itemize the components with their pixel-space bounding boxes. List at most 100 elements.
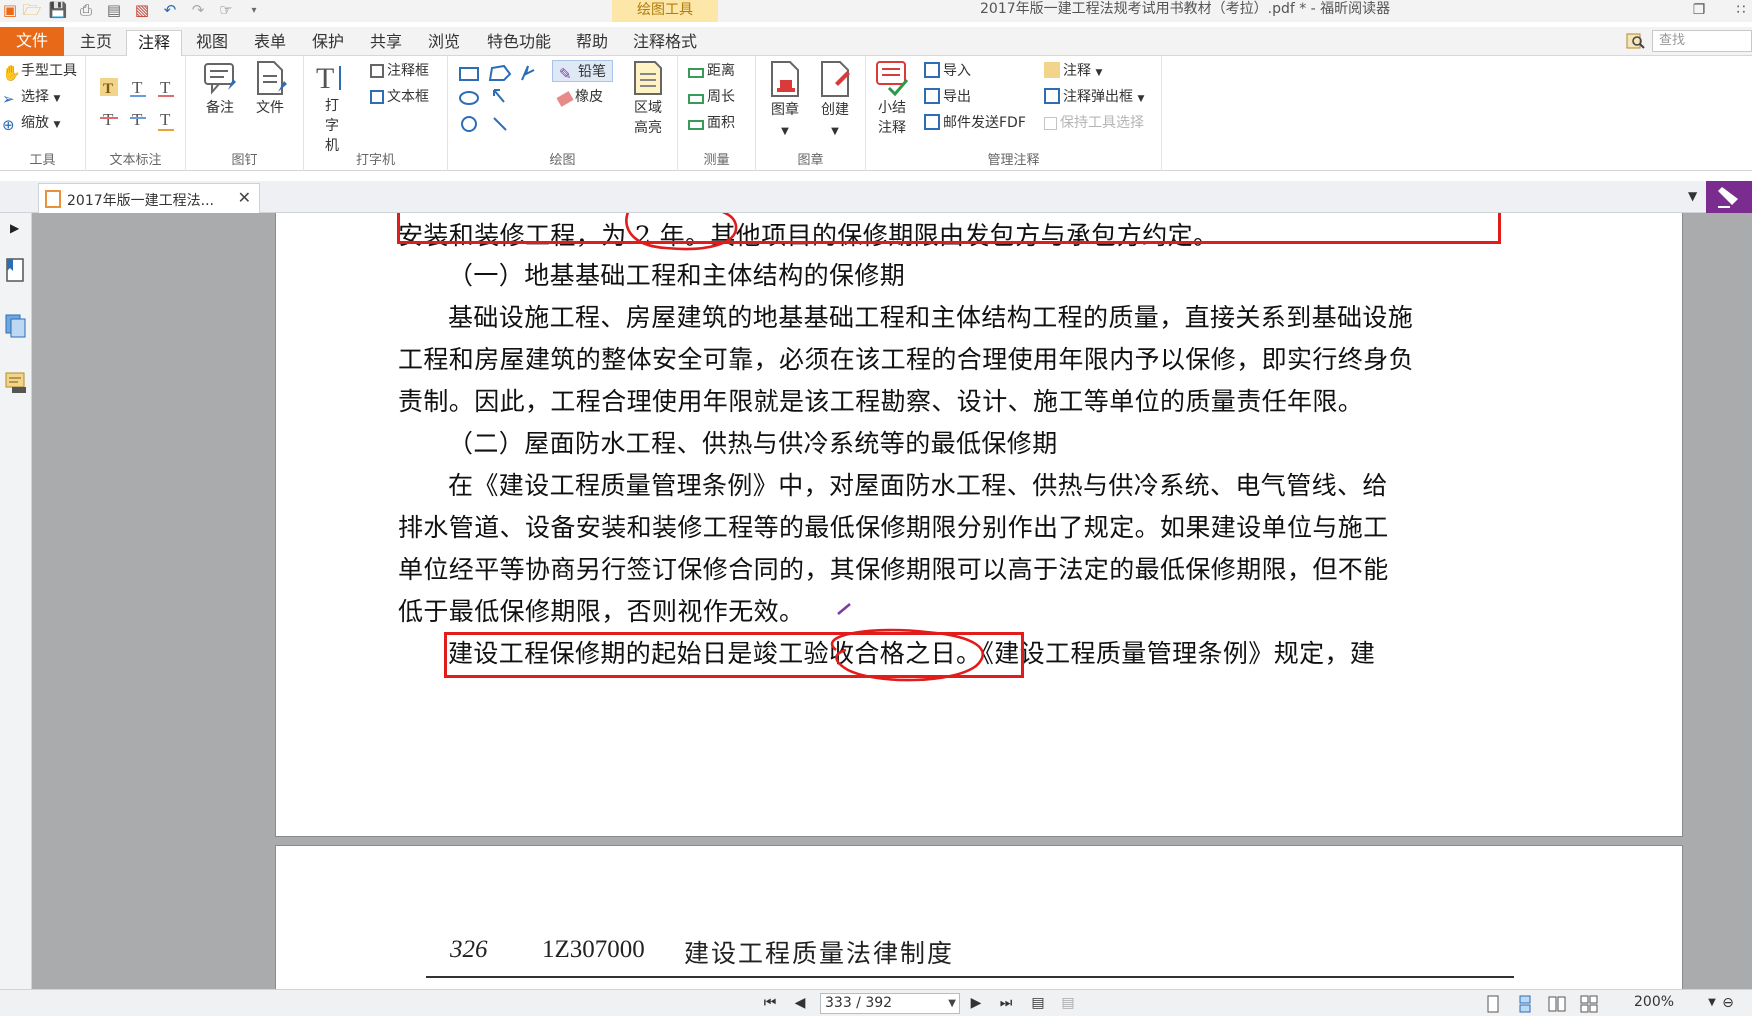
next-view-icon[interactable]: ▤ xyxy=(1058,994,1078,1012)
zoom-level[interactable]: 200% xyxy=(1634,994,1674,1010)
drawing-tools-context-tab[interactable]: 绘图工具 xyxy=(612,0,718,22)
comment-popup-button[interactable]: 注释弹出框 ▼ xyxy=(1044,86,1144,108)
foxit-sign-icon[interactable] xyxy=(1706,181,1752,213)
textbox-button[interactable]: 文本框 xyxy=(370,86,429,108)
callout-button[interactable]: 注释框 xyxy=(370,60,429,82)
window-title: 2017年版一建工程法规考试用书教材（考拉）.pdf * - 福昕阅读器 xyxy=(980,1,1391,17)
restore-icon[interactable]: ❐ xyxy=(1690,2,1708,18)
comments-icon xyxy=(1044,62,1060,78)
tab-list-dropdown-icon[interactable]: ▼ xyxy=(1688,189,1697,203)
previous-page-icon[interactable]: ◀ xyxy=(790,994,810,1012)
area-tool-button[interactable]: 面积 xyxy=(688,112,735,134)
menu-features[interactable]: 特色功能 xyxy=(476,30,562,56)
document-viewport[interactable]: 安装和装修工程，为 2 年。其他项目的保修期限由发包方与承包方约定。 （一）地基… xyxy=(32,213,1752,989)
ruler-area-icon xyxy=(688,120,704,130)
close-tab-icon[interactable]: ✕ xyxy=(238,188,251,207)
keep-tool-selected-checkbox[interactable]: 保持工具选择 xyxy=(1044,112,1144,134)
stamp-button[interactable]: 图章 ▼ xyxy=(762,60,808,142)
document-tab[interactable]: 2017年版一建工程法... ✕ xyxy=(38,183,260,213)
group-label-manage-comments: 管理注释 xyxy=(987,153,1040,168)
area-highlight-button[interactable]: 区域高亮 xyxy=(626,60,670,138)
hand-tool-quick-icon[interactable]: ☞ xyxy=(216,1,236,20)
callout-icon xyxy=(370,64,384,78)
svg-text:T: T xyxy=(103,110,114,129)
ribbon: ✋手型工具 ➢ 选择 ▼ ⊕ 缩放 ▼ 工具 T T T T T T 文本标注 备注… xyxy=(0,56,1752,171)
expand-panel-icon[interactable]: ▶ xyxy=(10,221,19,235)
typewriter-button[interactable]: T 打字机 xyxy=(314,60,350,156)
save-icon[interactable]: 💾 xyxy=(48,1,68,20)
print-icon[interactable]: ⎙ xyxy=(76,1,96,20)
menu-share[interactable]: 共享 xyxy=(360,30,412,56)
single-page-view-icon[interactable] xyxy=(1484,995,1502,1013)
redo-icon[interactable]: ↷ xyxy=(188,1,208,20)
popup-dropdown-icon: ▼ xyxy=(1137,94,1145,104)
title-bar: ▣ 🗁 💾 ⎙ ▤ ▧ ↶ ↷ ☞ ▾ 绘图工具 2017年版一建工程法规考试用… xyxy=(0,0,1752,22)
summarize-comments-button[interactable]: 小结注释 xyxy=(872,60,912,138)
undo-icon[interactable]: ↶ xyxy=(160,1,180,20)
import-button[interactable]: 导入 xyxy=(924,60,971,82)
menu-home[interactable]: 主页 xyxy=(70,30,122,56)
perimeter-tool-button[interactable]: 周长 xyxy=(688,86,735,108)
page-thumbnails-icon[interactable] xyxy=(4,313,28,339)
chapter-title: 建设工程质量法律制度 xyxy=(684,939,955,968)
pencil-markups xyxy=(625,213,984,682)
bookmarks-icon[interactable] xyxy=(4,257,28,283)
menu-file[interactable]: 文件 xyxy=(0,27,64,56)
search-input[interactable]: 查找 xyxy=(1652,30,1752,52)
hand-tool-button[interactable]: ✋手型工具 xyxy=(2,60,77,82)
pencil-cursor-mark xyxy=(837,603,851,615)
ruler-distance-icon xyxy=(688,68,704,78)
ribbon-group-manage-comments: 小结注释 导入 导出 邮件发送FDF 注释 ▼ 注释弹出框 ▼ 保持工具选择 管… xyxy=(866,56,1162,171)
document-tab-strip: 2017年版一建工程法... ✕ ▼ xyxy=(0,181,1752,213)
page-number-input[interactable]: 333 / 392 ▼ xyxy=(820,993,960,1014)
customize-quick-access-icon[interactable]: ▾ xyxy=(244,1,264,20)
scan-icon[interactable]: ▤ xyxy=(104,1,124,20)
next-page-icon[interactable]: ▶ xyxy=(966,994,986,1012)
text-markup-tools-icon[interactable]: T T T T T T xyxy=(98,76,178,140)
open-folder-icon[interactable]: 🗁 xyxy=(22,1,42,20)
pencil-tool-button[interactable]: ✎ 铅笔 xyxy=(552,60,613,82)
menu-protect[interactable]: 保护 xyxy=(302,30,354,56)
attach-file-button[interactable]: 文件 xyxy=(248,60,292,118)
svg-text:T: T xyxy=(103,81,113,97)
pencil-icon: ✎ xyxy=(559,65,572,83)
menu-comment[interactable]: 注释 xyxy=(126,30,182,56)
previous-view-icon[interactable]: ▤ xyxy=(1028,994,1048,1012)
menu-comment-format[interactable]: 注释格式 xyxy=(622,30,708,56)
app-logo-icon: ▣ xyxy=(2,1,18,19)
group-label-text-markup: 文本标注 xyxy=(109,153,162,168)
ribbon-group-measure: 距离 周长 面积 测量 xyxy=(678,56,756,171)
facing-view-icon[interactable] xyxy=(1548,995,1566,1013)
hand-icon: ✋ xyxy=(2,64,21,82)
comments-list-icon[interactable] xyxy=(4,369,28,395)
comments-dropdown-icon: ▼ xyxy=(1095,68,1103,78)
menu-view[interactable]: 视图 xyxy=(186,30,238,56)
create-stamp-button[interactable]: 创建 ▼ xyxy=(812,60,858,142)
email-fdf-button[interactable]: 邮件发送FDF xyxy=(924,112,1026,134)
chapter-code: 1Z307000 xyxy=(542,936,645,963)
select-cursor-icon: ➢ xyxy=(2,90,15,108)
page-dropdown-icon[interactable]: ▼ xyxy=(948,994,956,1013)
group-label-typewriter: 打字机 xyxy=(355,153,395,168)
zoom-tool-button[interactable]: ⊕ 缩放 ▼ xyxy=(2,112,60,134)
menu-browse[interactable]: 浏览 xyxy=(418,30,470,56)
search-icon[interactable] xyxy=(1626,32,1646,50)
continuous-facing-view-icon[interactable] xyxy=(1580,995,1598,1013)
distance-tool-button[interactable]: 距离 xyxy=(688,60,735,82)
note-button[interactable]: 备注 xyxy=(198,60,242,118)
pencil-circle-1 xyxy=(625,213,738,251)
create-pdf-icon[interactable]: ▧ xyxy=(132,1,152,20)
grid-menu-icon[interactable]: ∷ xyxy=(1732,2,1750,18)
last-page-icon[interactable]: ⏭ xyxy=(996,994,1016,1012)
select-tool-button[interactable]: ➢ 选择 ▼ xyxy=(2,86,60,108)
first-page-icon[interactable]: ⏮ xyxy=(760,994,780,1012)
zoom-out-icon[interactable]: ⊖ xyxy=(1718,994,1738,1012)
file-attach-icon xyxy=(257,61,287,95)
eraser-tool-button[interactable]: 橡皮 xyxy=(556,86,603,108)
menu-form[interactable]: 表单 xyxy=(244,30,296,56)
comments-dropdown-button[interactable]: 注释 ▼ xyxy=(1044,60,1102,82)
menu-help[interactable]: 帮助 xyxy=(566,30,618,56)
continuous-view-icon[interactable] xyxy=(1516,995,1534,1013)
shape-tools-icon[interactable] xyxy=(456,62,542,134)
export-button[interactable]: 导出 xyxy=(924,86,971,108)
